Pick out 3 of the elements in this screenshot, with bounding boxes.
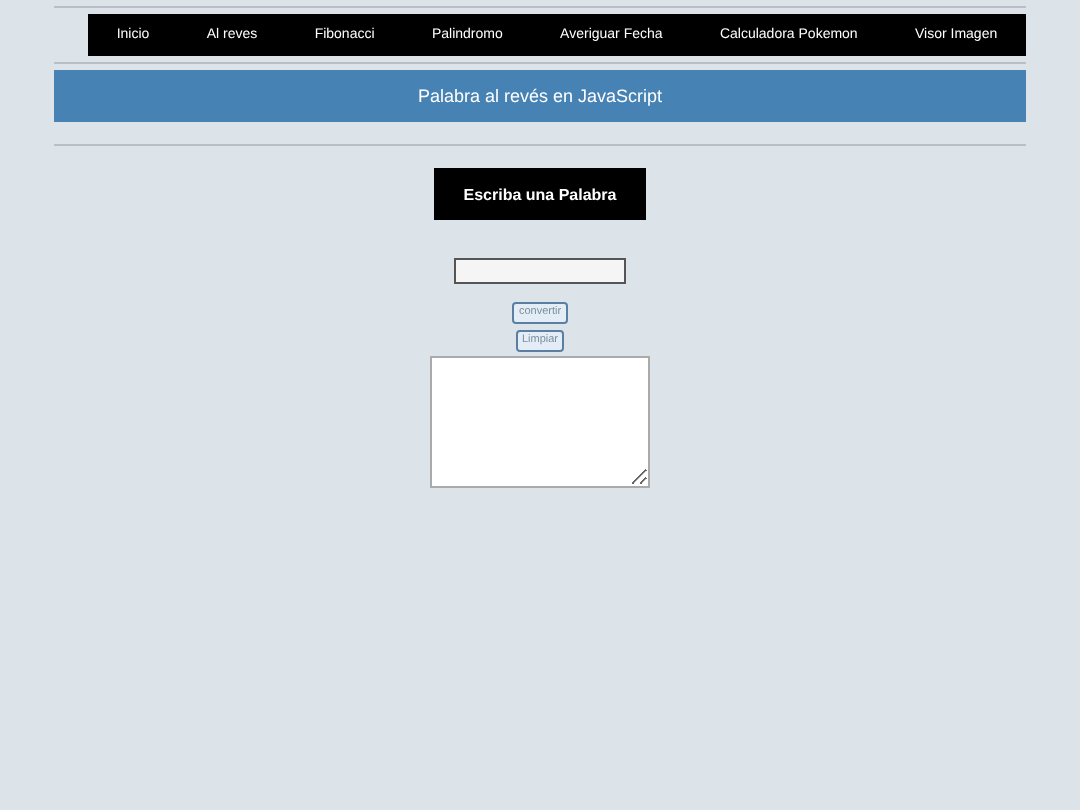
form-heading: Escriba una Palabra <box>434 168 646 220</box>
page-banner: Palabra al revés en JavaScript <box>54 70 1026 122</box>
word-input[interactable] <box>454 258 626 284</box>
